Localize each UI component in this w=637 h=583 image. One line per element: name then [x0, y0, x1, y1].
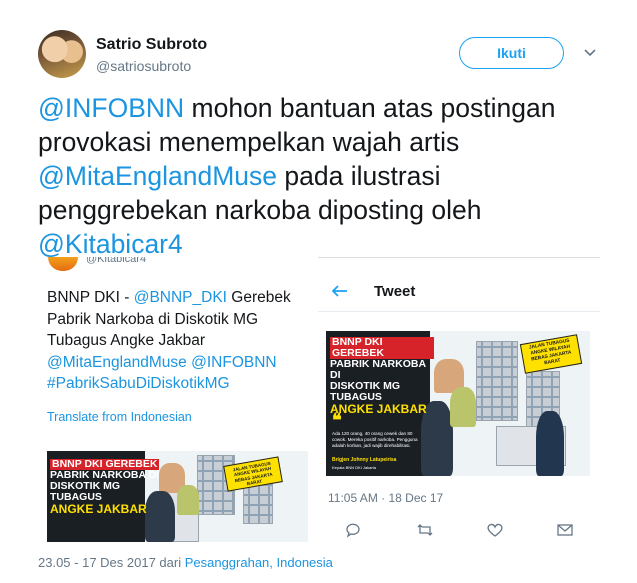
tweet-header: Satrio Subroto @satriosubroto Ikuti	[0, 0, 637, 90]
retweet-icon	[417, 524, 433, 536]
app-header: Tweet	[318, 270, 600, 312]
poster-image: JALAN TUBAGUS ANGKE WILAYAH BEBAS JAKART…	[326, 331, 590, 476]
chevron-down-icon[interactable]	[582, 44, 598, 60]
avatar[interactable]	[38, 30, 86, 78]
mention-link[interactable]: @MitaEnglandMuse	[38, 161, 277, 191]
hashtag-link: #PabrikSabuDiDiskotikMG	[47, 375, 230, 392]
poster-quote: Ada 120 orang, 40 orang cewek dan 80 cow…	[332, 431, 418, 448]
mention-link: @BNNP_DKI	[133, 289, 227, 306]
app-title: Tweet	[374, 283, 416, 300]
quoted-handle: @Kitabicar4	[86, 257, 147, 265]
user-handle[interactable]: @satriosubroto	[96, 58, 191, 74]
mention-link[interactable]: @INFOBNN	[38, 93, 184, 123]
follow-button[interactable]: Ikuti	[459, 37, 564, 69]
mention-link: @INFOBNN	[191, 353, 277, 371]
media-image-right[interactable]: Tweet JALAN TUBAGUS ANGKE WILAYAH BEBAS …	[318, 257, 600, 542]
poster-attribution: Brigjen Johnny Latupeirisa	[332, 457, 397, 463]
tweet-time: 11:05 AM · 18 Dec 17	[328, 491, 444, 505]
poster-headline: ANGKE JAKBAR	[330, 402, 427, 417]
poster-headline: DISKOTIK MG TUBAGUS	[50, 480, 120, 504]
mention-link[interactable]: @Kitabicar4	[38, 229, 183, 259]
tweet-footer: 23.05 - 17 Des 2017 dari Pesanggrahan, I…	[38, 555, 333, 570]
quoted-text-part: BNNP DKI -	[47, 289, 134, 306]
poster-sign: JALAN TUBAGUS ANGKE WILAYAH BEBAS JAKART…	[519, 334, 583, 374]
mention-link: @MitaEnglandMuse	[47, 353, 187, 371]
poster-headline: ANGKE JAKBAR	[50, 502, 147, 517]
back-arrow-icon	[332, 285, 347, 297]
media-image-left[interactable]: @Kitabicar4 BNNP DKI - @BNNP_DKI Gerebek…	[38, 257, 310, 542]
poster-attribution-role: Kepala BNN DKI Jakarta	[332, 465, 377, 470]
poster-headline: PABRIK NARKOBA DI	[330, 358, 426, 382]
user-name[interactable]: Satrio Subroto	[96, 36, 207, 54]
location-link[interactable]: Pesanggrahan, Indonesia	[185, 555, 333, 570]
poster-headline: DISKOTIK MG TUBAGUS	[330, 380, 400, 404]
reply-icon	[346, 523, 360, 538]
poster-image: JALAN TUBAGUS ANGKE WILAYAH BEBAS JAKART…	[47, 451, 308, 542]
quoted-header: @Kitabicar4	[48, 257, 146, 271]
quote-mark-icon: ❝	[332, 410, 342, 430]
action-bar	[318, 520, 600, 540]
kitabicar-logo	[48, 257, 78, 271]
poster-headline: BNNP DKI GEREBEK	[330, 336, 434, 360]
translate-link: Translate from Indonesian	[47, 410, 192, 424]
quoted-text: BNNP DKI - @BNNP_DKI Gerebek Pabrik Nark…	[47, 287, 307, 395]
tweet-text: @INFOBNN mohon bantuan atas postingan pr…	[38, 91, 608, 261]
tweet-timestamp[interactable]: 23.05 - 17 Des 2017 dari	[38, 555, 185, 570]
heart-icon	[487, 523, 503, 537]
envelope-icon	[557, 524, 573, 536]
